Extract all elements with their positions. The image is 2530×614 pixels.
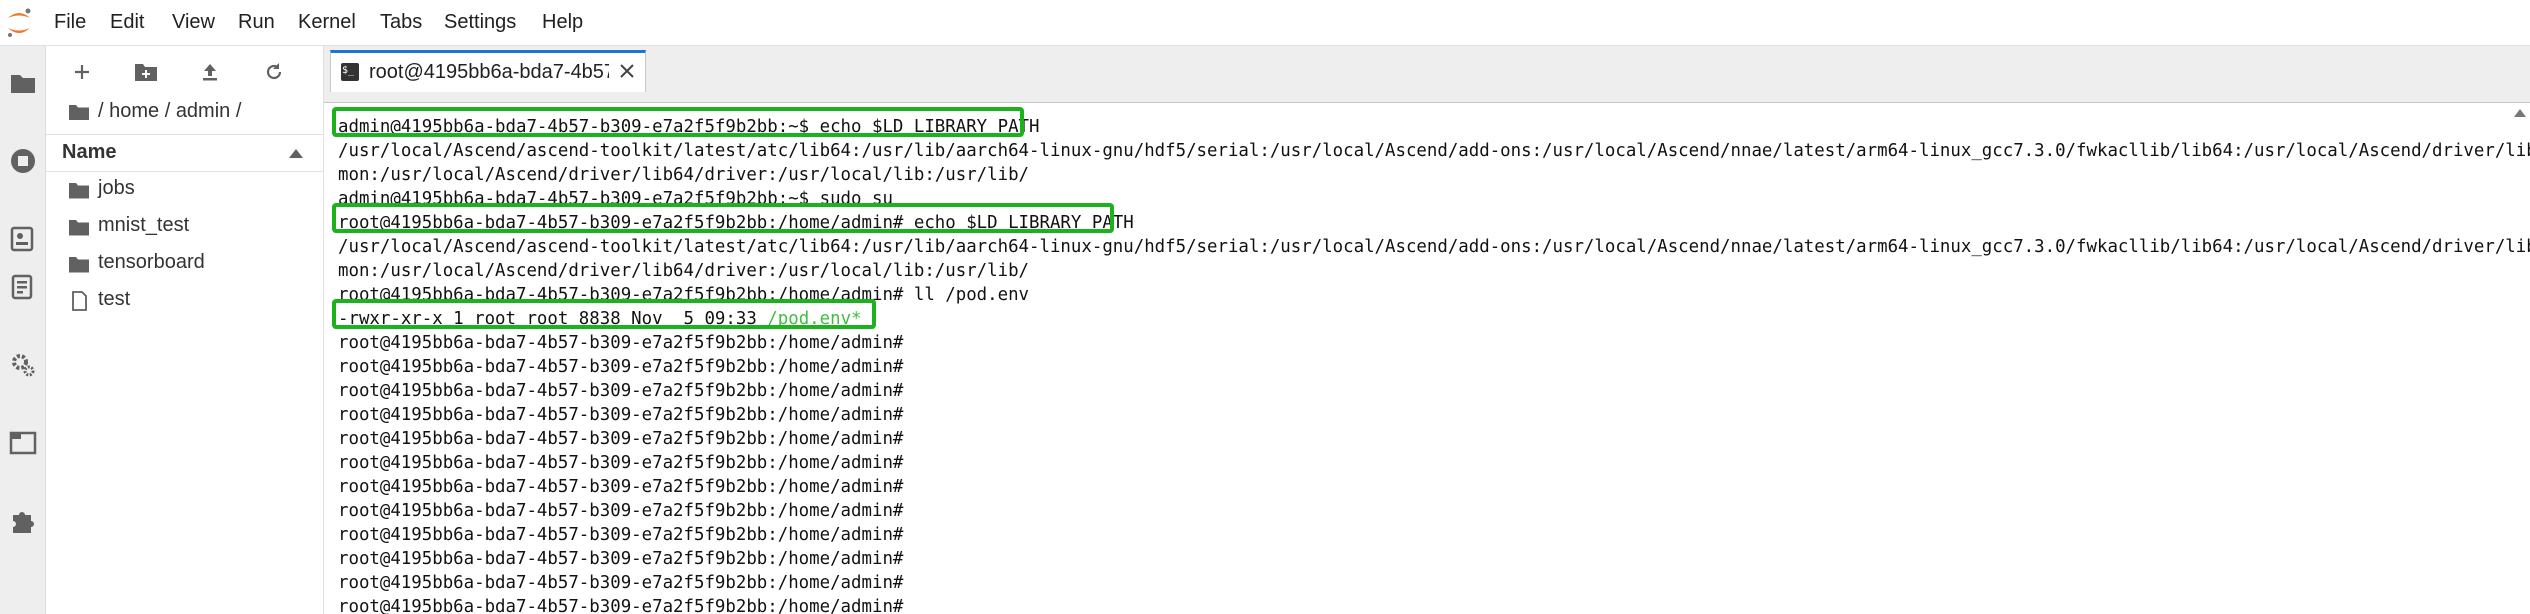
running-icon[interactable] <box>4 142 42 180</box>
menu-run[interactable]: Run <box>238 11 275 34</box>
folder-icon <box>69 183 89 199</box>
file-name: mnist_test <box>98 214 190 236</box>
tabs-icon[interactable] <box>4 424 42 462</box>
folder-icon[interactable] <box>68 103 90 121</box>
folder-icon[interactable] <box>4 64 42 102</box>
terminal-line: root@4195bb6a-bda7-4b57-b309-e7a2f5f9b2b… <box>338 573 904 593</box>
settings-icon[interactable] <box>4 346 42 384</box>
breadcrumb: / home / admin / <box>68 100 241 123</box>
file-item-test[interactable]: test <box>46 283 323 319</box>
new-launcher-button[interactable] <box>64 56 100 88</box>
jupyter-logo-icon <box>8 8 31 37</box>
menu-view[interactable]: View <box>172 11 215 34</box>
terminal[interactable]: admin@4195bb6a-bda7-4b57-b309-e7a2f5f9b2… <box>324 102 2530 614</box>
close-icon[interactable] <box>615 59 639 83</box>
terminal-line: /usr/local/Ascend/ascend-toolkit/latest/… <box>338 237 2530 257</box>
terminal-line: root@4195bb6a-bda7-4b57-b309-e7a2f5f9b2b… <box>338 477 904 497</box>
terminal-line: root@4195bb6a-bda7-4b57-b309-e7a2f5f9b2b… <box>338 549 904 569</box>
terminal-output: admin@4195bb6a-bda7-4b57-b309-e7a2f5f9b2… <box>338 115 2530 614</box>
folder-icon <box>69 257 89 273</box>
file-name: test <box>98 288 131 310</box>
menu-kernel[interactable]: Kernel <box>298 11 356 34</box>
file-icon <box>72 291 87 311</box>
terminal-line: mon:/usr/local/Ascend/driver/lib64/drive… <box>338 261 1030 281</box>
activity-bar <box>0 46 46 614</box>
file-item-tensorboard[interactable]: tensorboard <box>46 246 323 282</box>
breadcrumb-path[interactable]: / home / admin / <box>98 100 241 123</box>
highlight-box-admin-echo <box>332 107 1024 137</box>
terminal-line: root@4195bb6a-bda7-4b57-b309-e7a2f5f9b2b… <box>338 381 904 401</box>
terminal-line: root@4195bb6a-bda7-4b57-b309-e7a2f5f9b2b… <box>338 597 904 614</box>
upload-button[interactable] <box>192 56 228 88</box>
highlight-box-pod-env <box>332 299 876 329</box>
menu-bar: File Edit View Run Kernel Tabs Settings … <box>0 0 2530 46</box>
terminal-line: root@4195bb6a-bda7-4b57-b309-e7a2f5f9b2b… <box>338 333 904 353</box>
menu-edit[interactable]: Edit <box>110 11 144 34</box>
new-folder-icon <box>135 64 157 81</box>
terminal-line: /usr/local/Ascend/ascend-toolkit/latest/… <box>338 141 2530 161</box>
folder-icon <box>69 220 89 236</box>
file-name: tensorboard <box>98 251 205 273</box>
terminal-line: root@4195bb6a-bda7-4b57-b309-e7a2f5f9b2b… <box>338 357 904 377</box>
new-folder-button[interactable] <box>128 56 164 88</box>
menu-file[interactable]: File <box>54 11 86 34</box>
upload-icon <box>203 64 217 81</box>
file-browser: / home / admin / Name jobs mnist_test te… <box>46 46 324 614</box>
menu-tabs[interactable]: Tabs <box>380 11 422 34</box>
extension-icon[interactable] <box>4 502 42 540</box>
terminal-line: root@4195bb6a-bda7-4b57-b309-e7a2f5f9b2b… <box>338 525 904 545</box>
menu-settings[interactable]: Settings <box>444 11 516 34</box>
column-header[interactable]: Name <box>46 134 323 172</box>
menu-help[interactable]: Help <box>542 11 583 34</box>
tab-label: root@4195bb6a-bda7-4b57- <box>369 61 609 83</box>
property-inspector-icon[interactable] <box>4 268 42 306</box>
highlight-box-root-echo <box>332 203 1114 233</box>
terminal-line: root@4195bb6a-bda7-4b57-b309-e7a2f5f9b2b… <box>338 453 904 473</box>
name-column-label[interactable]: Name <box>62 141 116 164</box>
terminal-line: root@4195bb6a-bda7-4b57-b309-e7a2f5f9b2b… <box>338 429 904 449</box>
file-item-jobs[interactable]: jobs <box>46 172 323 208</box>
refresh-button[interactable] <box>256 56 292 88</box>
file-name: jobs <box>98 177 135 199</box>
main-area: root@4195bb6a-bda7-4b57- admin@4195bb6a-… <box>324 46 2530 614</box>
terminal-line: root@4195bb6a-bda7-4b57-b309-e7a2f5f9b2b… <box>338 405 904 425</box>
terminal-icon <box>341 63 359 81</box>
git-icon[interactable] <box>4 220 42 258</box>
terminal-tab[interactable]: root@4195bb6a-bda7-4b57- <box>330 50 646 92</box>
sort-ascending-icon[interactable] <box>289 149 303 158</box>
terminal-line: mon:/usr/local/Ascend/driver/lib64/drive… <box>338 165 1030 185</box>
refresh-icon <box>266 63 282 80</box>
plus-icon <box>75 65 89 79</box>
file-item-mnist-test[interactable]: mnist_test <box>46 209 323 245</box>
terminal-line: root@4195bb6a-bda7-4b57-b309-e7a2f5f9b2b… <box>338 501 904 521</box>
